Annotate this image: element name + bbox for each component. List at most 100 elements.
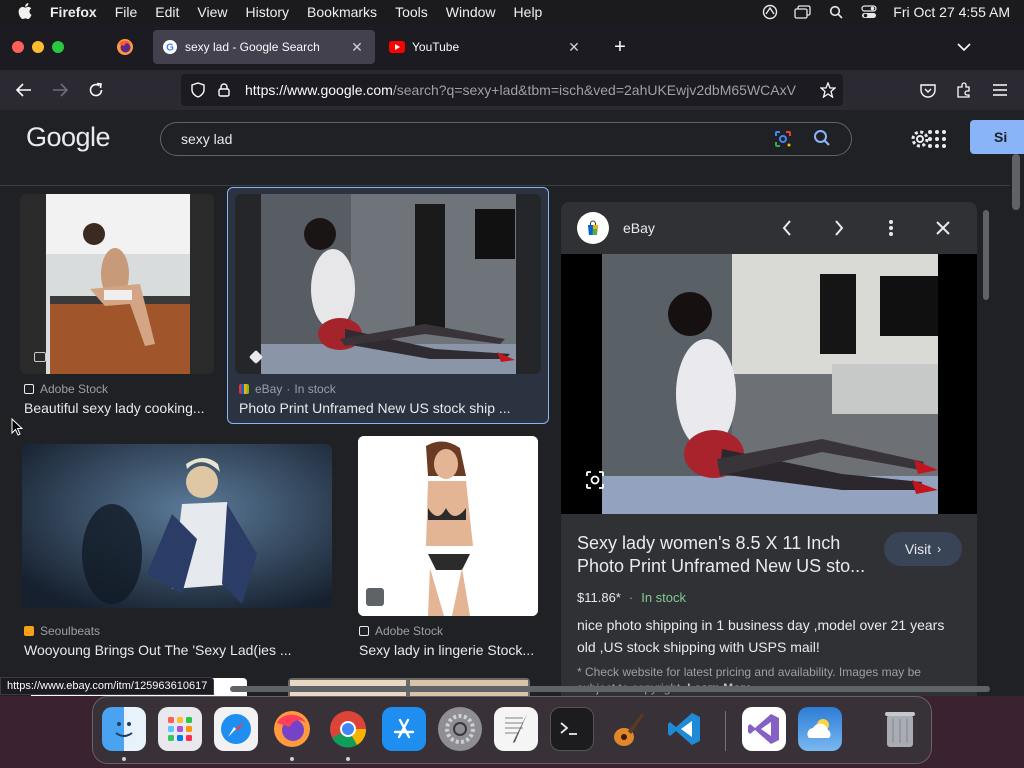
new-tab-icon[interactable]: + xyxy=(610,36,630,58)
lock-icon[interactable] xyxy=(215,81,233,99)
chevron-right-icon[interactable] xyxy=(829,218,849,238)
result-image-4[interactable] xyxy=(358,436,538,616)
page-scrollbar[interactable] xyxy=(1012,154,1020,210)
chevron-down-icon[interactable] xyxy=(955,38,973,56)
google-logo[interactable]: Google xyxy=(26,122,111,153)
vscode-icon[interactable] xyxy=(662,707,706,751)
meta-separator: · xyxy=(286,382,291,396)
window-minimize-button[interactable] xyxy=(32,41,44,53)
menu-clock[interactable]: Fri Oct 27 4:55 AM xyxy=(893,4,1010,20)
menu-window[interactable]: Window xyxy=(446,4,496,20)
search-icon[interactable] xyxy=(813,129,833,149)
firefox-icon[interactable] xyxy=(270,707,314,751)
bookmark-star-icon[interactable] xyxy=(819,81,837,99)
extensions-puzzle-icon[interactable] xyxy=(953,79,975,101)
panel-scrollbar[interactable] xyxy=(983,210,989,300)
textedit-icon[interactable] xyxy=(494,707,538,751)
result-source-2: eBay · In stock xyxy=(239,382,336,396)
google-apps-icon[interactable] xyxy=(927,129,947,149)
chevron-right-small-icon: › xyxy=(937,542,942,556)
svg-text:G: G xyxy=(166,43,174,54)
more-options-icon[interactable] xyxy=(881,218,901,238)
result-source-4: Adobe Stock xyxy=(359,624,443,638)
url-text[interactable]: https://www.google.com/search?q=sexy+lad… xyxy=(245,82,811,98)
vpn-icon[interactable] xyxy=(761,4,779,20)
forward-arrow-icon[interactable] xyxy=(49,79,71,101)
menu-view[interactable]: View xyxy=(197,4,227,20)
apple-menu-icon[interactable] xyxy=(18,2,36,22)
menu-history[interactable]: History xyxy=(245,4,289,20)
close-icon[interactable] xyxy=(933,218,953,238)
result-source-1: Adobe Stock xyxy=(24,382,108,396)
spotlight-search-icon[interactable] xyxy=(827,5,845,19)
firefox-view-icon[interactable] xyxy=(116,38,134,56)
google-lens-icon[interactable] xyxy=(773,129,793,149)
screen-mirroring-icon[interactable] xyxy=(794,5,812,19)
google-icon: G xyxy=(162,39,178,55)
control-center-icon[interactable] xyxy=(860,5,878,19)
system-settings-icon[interactable] xyxy=(438,707,482,751)
menu-help[interactable]: Help xyxy=(514,4,543,20)
launchpad-icon[interactable] xyxy=(158,707,202,751)
image-preview-panel: eBay Sexy lady women's 8.5 X 11 Inch Pho… xyxy=(561,202,977,696)
trash-icon[interactable] xyxy=(878,707,922,751)
price: $11.86* xyxy=(577,590,621,605)
hamburger-menu-icon[interactable] xyxy=(989,79,1011,101)
menu-app-name[interactable]: Firefox xyxy=(50,4,97,20)
adobe-stock-icon xyxy=(359,626,369,636)
weather-icon[interactable] xyxy=(798,707,842,751)
mouse-cursor-icon xyxy=(11,417,24,436)
terminal-icon[interactable] xyxy=(550,707,594,751)
tab-close-icon[interactable]: ✕ xyxy=(566,39,582,55)
sign-in-button[interactable]: Si xyxy=(970,120,1024,154)
garageband-icon[interactable] xyxy=(606,707,650,751)
pocket-icon[interactable] xyxy=(917,79,939,101)
tab-bar: G sexy lad - Google Search ✕ YouTube ✕ + xyxy=(0,24,1024,70)
result-title-4[interactable]: Sexy lady in lingerie Stock... xyxy=(359,642,539,658)
result-source-name: Seoulbeats xyxy=(40,624,101,638)
horizontal-scrollbar[interactable] xyxy=(230,686,990,692)
preview-title[interactable]: Sexy lady women's 8.5 X 11 Inch Photo Pr… xyxy=(577,532,877,578)
app-store-icon[interactable] xyxy=(382,707,426,751)
chrome-icon[interactable] xyxy=(326,707,370,751)
chevron-left-icon[interactable] xyxy=(777,218,797,238)
camera-lens-icon[interactable] xyxy=(585,470,605,490)
result-source-name: Adobe Stock xyxy=(40,382,109,396)
window-zoom-button[interactable] xyxy=(52,41,64,53)
visual-studio-icon[interactable] xyxy=(742,707,786,751)
result-title-2[interactable]: Photo Print Unframed New US stock ship .… xyxy=(239,400,539,416)
menu-edit[interactable]: Edit xyxy=(155,4,179,20)
back-arrow-icon[interactable] xyxy=(13,79,35,101)
status-link-url: https://www.ebay.com/itm/125963610617 xyxy=(0,677,215,695)
result-title-3[interactable]: Wooyoung Brings Out The 'Sexy Lad(ies ..… xyxy=(24,642,324,658)
address-bar[interactable]: https://www.google.com/search?q=sexy+lad… xyxy=(181,74,843,106)
search-input[interactable]: sexy lad xyxy=(181,131,773,147)
tab-title: YouTube xyxy=(412,40,460,54)
reload-icon[interactable] xyxy=(85,79,107,101)
visit-button[interactable]: Visit › xyxy=(884,532,962,566)
youtube-icon xyxy=(389,39,405,55)
result-image-2[interactable] xyxy=(235,194,541,374)
tab-close-icon[interactable]: ✕ xyxy=(349,39,365,55)
result-title-1[interactable]: Beautiful sexy lady cooking... xyxy=(24,400,214,416)
search-box[interactable]: sexy lad xyxy=(160,122,852,156)
nav-toolbar: https://www.google.com/search?q=sexy+lad… xyxy=(0,70,1024,110)
window-close-button[interactable] xyxy=(12,41,24,53)
url-path: /search?q=sexy+lad&tbm=isch&ved=2ahUKEwj… xyxy=(392,82,796,98)
preview-image-frame[interactable] xyxy=(561,254,977,514)
menu-bookmarks[interactable]: Bookmarks xyxy=(307,4,377,20)
preview-image[interactable] xyxy=(602,254,938,514)
safari-icon[interactable] xyxy=(214,707,258,751)
preview-source-name[interactable]: eBay xyxy=(623,220,655,236)
tab-google-search[interactable]: G sexy lad - Google Search ✕ xyxy=(153,30,375,64)
menu-file[interactable]: File xyxy=(115,4,138,20)
result-image-1[interactable] xyxy=(20,194,214,374)
running-indicator xyxy=(122,757,126,761)
google-images-page: Google sexy lad Si Adobe Stock Beautiful… xyxy=(0,110,1024,696)
tab-youtube[interactable]: YouTube ✕ xyxy=(380,30,592,64)
finder-icon[interactable] xyxy=(102,707,146,751)
menu-tools[interactable]: Tools xyxy=(395,4,428,20)
tracking-protection-icon[interactable] xyxy=(189,81,207,99)
firefox-window: G sexy lad - Google Search ✕ YouTube ✕ + xyxy=(0,24,1024,696)
result-image-3[interactable] xyxy=(22,444,332,608)
